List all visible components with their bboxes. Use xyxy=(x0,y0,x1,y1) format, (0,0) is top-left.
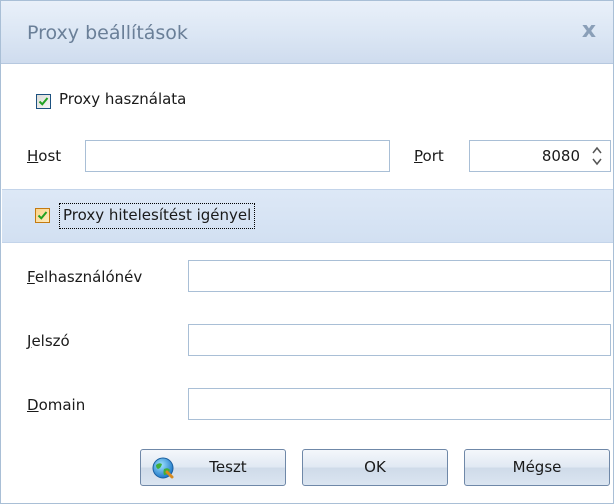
test-button[interactable]: Teszt xyxy=(140,449,286,486)
password-input[interactable] xyxy=(188,324,611,356)
domain-label-accel: D xyxy=(27,396,39,414)
proxy-settings-dialog: Proxy beállítások x Proxy használata Hos… xyxy=(0,0,614,504)
username-label: Felhasználónév xyxy=(27,268,142,286)
ok-button[interactable]: OK xyxy=(302,449,448,486)
password-label-rest: elszó xyxy=(31,332,70,350)
host-label: Host xyxy=(27,147,61,165)
window-title: Proxy beállítások xyxy=(27,22,188,44)
port-label-accel: P xyxy=(414,147,423,165)
port-label-rest: ort xyxy=(422,147,444,165)
domain-label: Domain xyxy=(27,396,85,414)
username-label-rest: elhasználónév xyxy=(34,268,143,286)
checkmark-icon xyxy=(37,211,48,220)
cancel-button-label: Mégse xyxy=(512,458,562,476)
port-stepper[interactable]: 8080 xyxy=(469,140,611,172)
spin-arrows-icon[interactable] xyxy=(592,145,602,167)
domain-label-rest: omain xyxy=(38,396,86,414)
domain-input[interactable] xyxy=(188,388,611,420)
cancel-button[interactable]: Mégse xyxy=(464,449,610,486)
checkmark-icon xyxy=(38,97,49,106)
close-icon[interactable]: x xyxy=(575,17,603,45)
use-proxy-checkbox-box[interactable] xyxy=(36,94,51,109)
auth-required-band: Proxy hitelesítést igényel xyxy=(2,189,613,243)
port-value: 8080 xyxy=(541,147,580,165)
auth-required-label[interactable]: Proxy hitelesítést igényel xyxy=(59,203,256,229)
title-bar: Proxy beállítások x xyxy=(1,1,613,64)
host-input[interactable] xyxy=(85,140,390,172)
auth-required-checkbox[interactable] xyxy=(35,208,50,223)
password-label: Jelszó xyxy=(27,332,70,350)
username-label-accel: F xyxy=(27,268,35,286)
host-label-accel: H xyxy=(27,147,39,165)
use-proxy-label[interactable]: Proxy használata xyxy=(59,90,186,108)
host-label-rest: ost xyxy=(38,147,62,165)
username-input[interactable] xyxy=(188,260,611,292)
ok-button-label: OK xyxy=(364,458,386,476)
test-button-label: Teszt xyxy=(209,458,247,476)
port-label: Port xyxy=(414,147,444,165)
